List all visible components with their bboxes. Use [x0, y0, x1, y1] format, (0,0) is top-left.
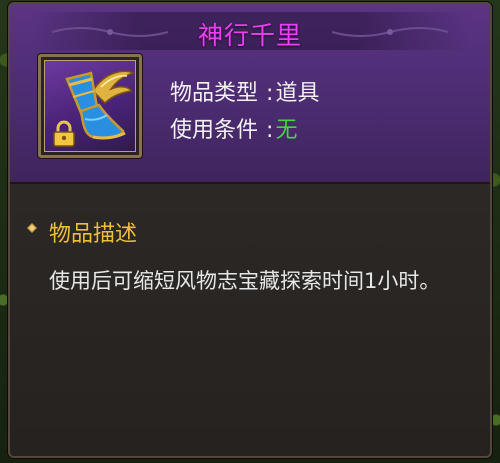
- item-name: 神行千里: [197, 21, 302, 50]
- item-condition-label: 使用条件: [170, 118, 259, 143]
- item-condition-value: 无: [275, 118, 298, 143]
- item-condition-separator: :: [266, 118, 274, 143]
- item-icon-slot: [44, 60, 136, 152]
- item-condition-row: 使用条件:无: [170, 112, 297, 144]
- diamond-bullet-icon: [27, 223, 37, 233]
- item-type-row: 物品类型:道具: [170, 75, 319, 107]
- description-heading: 物品描述: [49, 222, 138, 247]
- tooltip-header: 神行千里 物品类型:道具 使用条件:无: [10, 4, 490, 184]
- description-text: 使用后可缩短风物志宝藏探索时间1小时。: [49, 269, 441, 293]
- item-type-label: 物品类型: [170, 81, 259, 106]
- lock-icon: [53, 120, 75, 147]
- item-type-separator: :: [266, 81, 274, 106]
- item-icon-frame[interactable]: [38, 54, 142, 158]
- item-type-value: 道具: [275, 81, 320, 106]
